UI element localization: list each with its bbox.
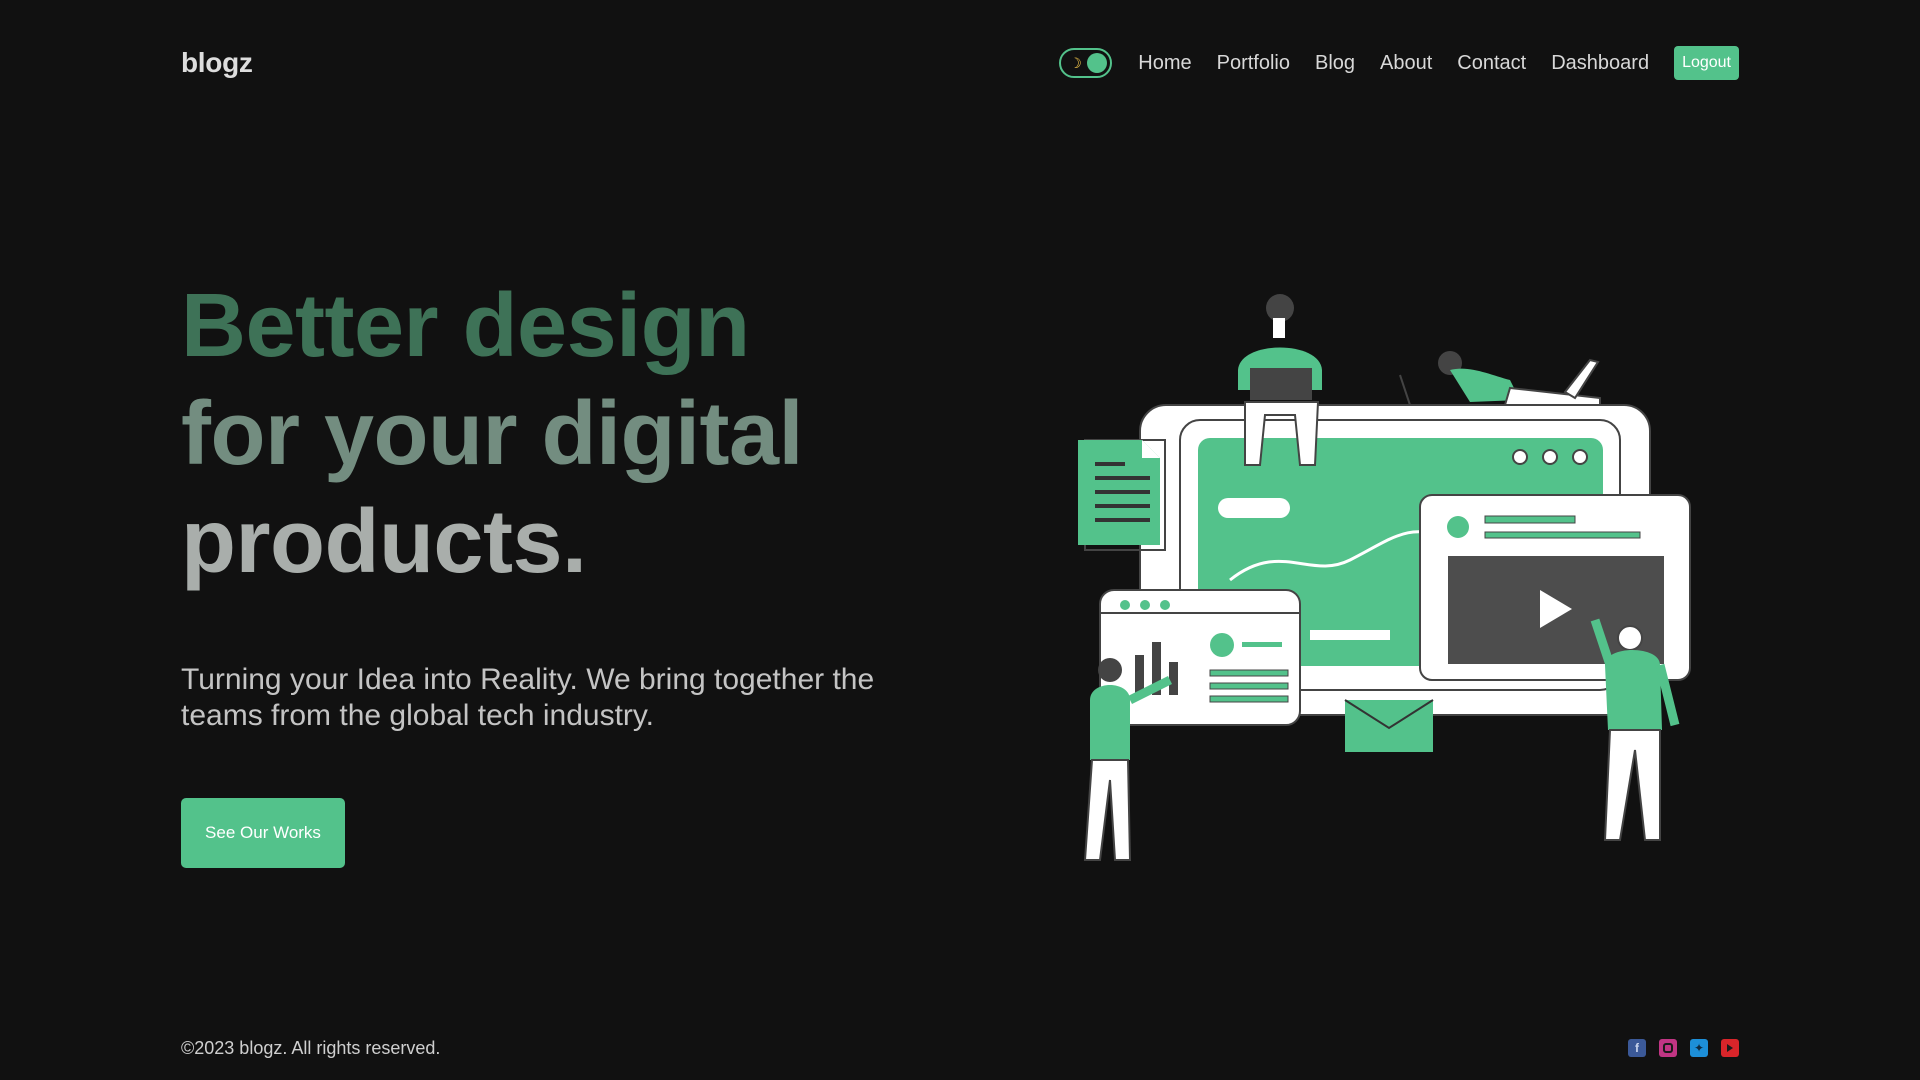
nav-link-dashboard[interactable]: Dashboard (1551, 52, 1649, 75)
navbar: blogz ☽ Home Portfolio Blog About Contac… (181, 40, 1739, 86)
copyright-text: ©2023 blogz. All rights reserved. (181, 1038, 441, 1058)
theme-toggle[interactable]: ☽ (1059, 48, 1113, 78)
social-links: f ✦ (1615, 1039, 1739, 1057)
twitter-icon[interactable]: ✦ (1690, 1039, 1708, 1057)
toggle-knob (1087, 53, 1108, 73)
hero-subtitle: Turning your Idea into Reality. We bring… (181, 663, 875, 732)
hero-illustration (1078, 294, 1691, 861)
nav-right: ☽ Home Portfolio Blog About Contact Dash… (1059, 46, 1739, 80)
nav-link-blog[interactable]: Blog (1315, 52, 1355, 75)
hero-title-line-2: for your digital (181, 384, 804, 484)
hero-title-line-1: Better design (181, 276, 750, 376)
youtube-icon[interactable] (1721, 1039, 1739, 1057)
nav-link-portfolio[interactable]: Portfolio (1217, 52, 1290, 75)
hero-title-line-3: products. (181, 492, 587, 592)
nav-link-home[interactable]: Home (1138, 52, 1191, 75)
nav-link-about[interactable]: About (1380, 52, 1432, 75)
instagram-icon[interactable] (1659, 1039, 1677, 1057)
moon-icon: ☽ (1069, 55, 1082, 71)
hero-title: Better design for your digital products. (181, 272, 941, 596)
brand-logo[interactable]: blogz (181, 47, 253, 79)
logout-button[interactable]: Logout (1674, 46, 1739, 80)
nav-link-contact[interactable]: Contact (1457, 52, 1526, 75)
facebook-icon[interactable]: f (1628, 1039, 1646, 1057)
nav-links: Home Portfolio Blog About Contact Dashbo… (1138, 52, 1674, 75)
see-our-works-button[interactable]: See Our Works (181, 798, 345, 868)
